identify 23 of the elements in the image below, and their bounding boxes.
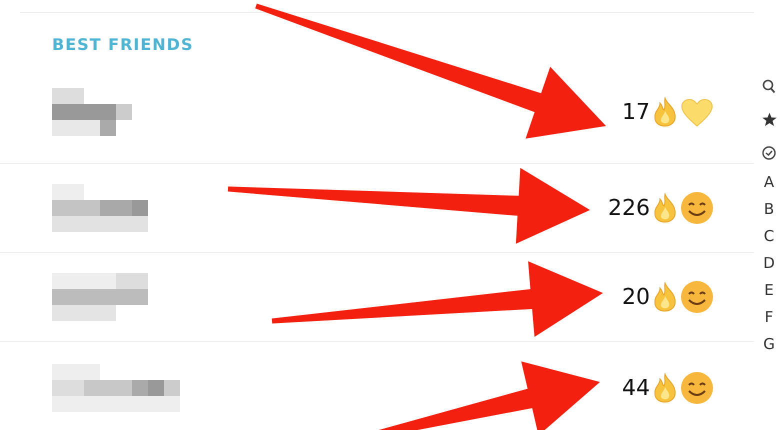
smiling-face-icon [680, 371, 714, 405]
streak-count: 226 [608, 196, 650, 220]
index-letter[interactable]: F [764, 304, 774, 331]
star-icon[interactable] [762, 112, 776, 127]
smiling-face-icon [680, 191, 714, 225]
index-letter[interactable]: B [764, 196, 774, 223]
index-letter[interactable]: E [764, 277, 774, 304]
index-letter[interactable]: G [763, 331, 775, 358]
streak-count: 44 [622, 376, 650, 400]
check-circle-icon[interactable] [762, 146, 776, 160]
fire-icon [652, 282, 678, 312]
fire-icon [652, 373, 678, 403]
search-icon[interactable] [762, 79, 776, 94]
fire-icon [652, 97, 678, 127]
fire-icon [652, 193, 678, 223]
index-letter[interactable]: C [764, 223, 774, 250]
streak-count: 17 [622, 100, 650, 124]
streak-count: 20 [622, 284, 650, 310]
smiling-face-icon [680, 280, 714, 314]
section-title: BEST FRIENDS [51, 34, 194, 56]
index-letter[interactable]: A [764, 169, 774, 196]
index-letter[interactable]: D [763, 250, 775, 277]
heart-icon [680, 96, 714, 128]
